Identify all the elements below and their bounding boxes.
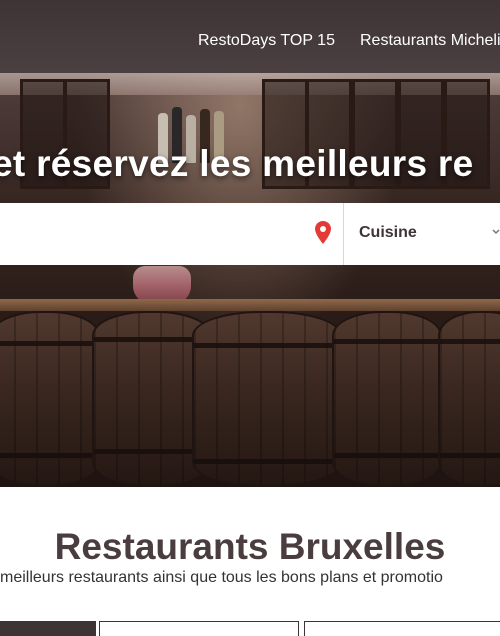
page-title: Restaurants Bruxelles — [54, 526, 446, 567]
search-input[interactable] — [0, 203, 343, 265]
hero-overlay — [0, 73, 500, 487]
nav-link-restodays-top15[interactable]: RestoDays TOP 15 — [198, 32, 335, 50]
tab-bar: Restaurants Bruxelles Promotions Bruxell… — [0, 621, 500, 636]
cuisine-select[interactable]: Cuisine — [344, 203, 500, 265]
hero-image: et réservez les meilleurs re — [0, 73, 500, 487]
location-pin-icon[interactable] — [315, 221, 331, 244]
cuisine-label: Cuisine — [359, 224, 417, 241]
hero-headline: et réservez les meilleurs re — [0, 143, 474, 184]
tab-promotions-bruxelles[interactable]: Promotions Bruxelles — [99, 621, 299, 636]
tab-restaurants-genki-miu[interactable]: Restaurants Genki & Miu — [304, 621, 500, 636]
page: RestoDays TOP 15 Restaurants Micheli et … — [0, 0, 500, 636]
chevron-down-icon — [492, 229, 500, 235]
top-navigation: RestoDays TOP 15 Restaurants Micheli — [0, 0, 500, 73]
nav-link-restaurants-michelin[interactable]: Restaurants Micheli — [360, 32, 500, 50]
page-subtitle: meilleurs restaurants ainsi que tous les… — [0, 569, 443, 586]
tab-restaurants-bruxelles[interactable]: Restaurants Bruxelles — [0, 621, 96, 636]
